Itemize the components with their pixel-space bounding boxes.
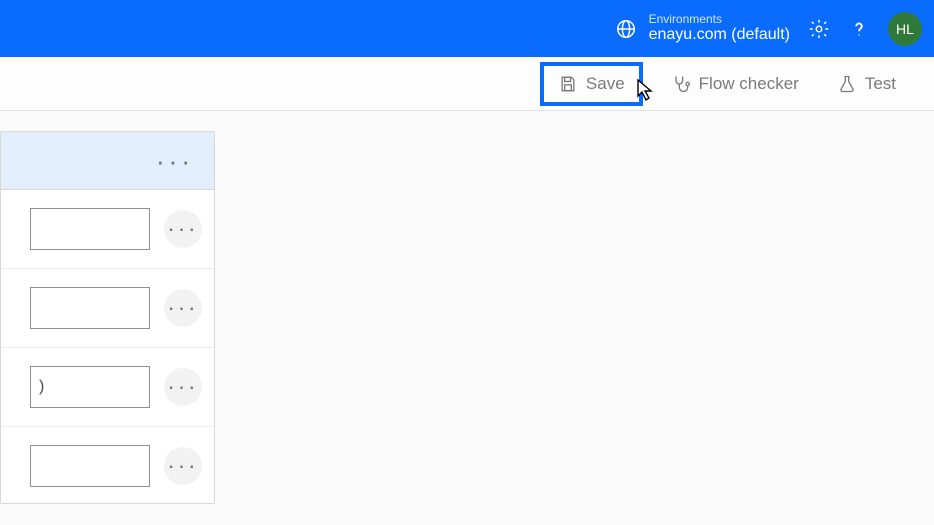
flow-checker-label: Flow checker (699, 74, 799, 94)
gear-icon[interactable] (808, 18, 830, 40)
avatar-initials: HL (896, 21, 914, 37)
environment-value: enayu.com (default) (649, 26, 790, 44)
row-menu-button[interactable]: ··· (164, 289, 202, 327)
designer-canvas: ··· ··· ··· ) ··· ··· (0, 111, 934, 525)
action-card[interactable]: ··· ··· ··· ) ··· ··· (0, 131, 215, 504)
row-menu-button[interactable]: ··· (164, 368, 202, 406)
parameter-input[interactable]: ) (30, 366, 150, 408)
save-label: Save (586, 74, 625, 94)
parameter-row: ··· (1, 190, 214, 269)
parameter-input[interactable] (30, 287, 150, 329)
editor-toolbar: Save Flow checker Test (0, 57, 934, 111)
stethoscope-icon (671, 74, 691, 94)
row-menu-button[interactable]: ··· (164, 447, 202, 485)
parameter-input[interactable] (30, 445, 150, 487)
globe-icon (615, 18, 637, 40)
save-icon (558, 74, 578, 94)
test-label: Test (865, 74, 896, 94)
help-icon[interactable] (848, 18, 870, 40)
app-header: Environments enayu.com (default) HL (0, 0, 934, 57)
save-button[interactable]: Save (540, 62, 643, 106)
environment-text: Environments enayu.com (default) (649, 13, 790, 44)
test-button[interactable]: Test (827, 68, 906, 100)
flow-checker-button[interactable]: Flow checker (661, 68, 809, 100)
flask-icon (837, 74, 857, 94)
parameter-input[interactable] (30, 208, 150, 250)
parameter-row: ··· (1, 427, 214, 487)
action-card-header[interactable]: ··· (1, 132, 214, 190)
environment-label: Environments (649, 13, 790, 26)
parameter-row: ··· (1, 269, 214, 348)
parameter-row: ) ··· (1, 348, 214, 427)
avatar[interactable]: HL (888, 12, 922, 46)
row-menu-button[interactable]: ··· (164, 210, 202, 248)
environment-picker[interactable]: Environments enayu.com (default) (615, 13, 790, 44)
